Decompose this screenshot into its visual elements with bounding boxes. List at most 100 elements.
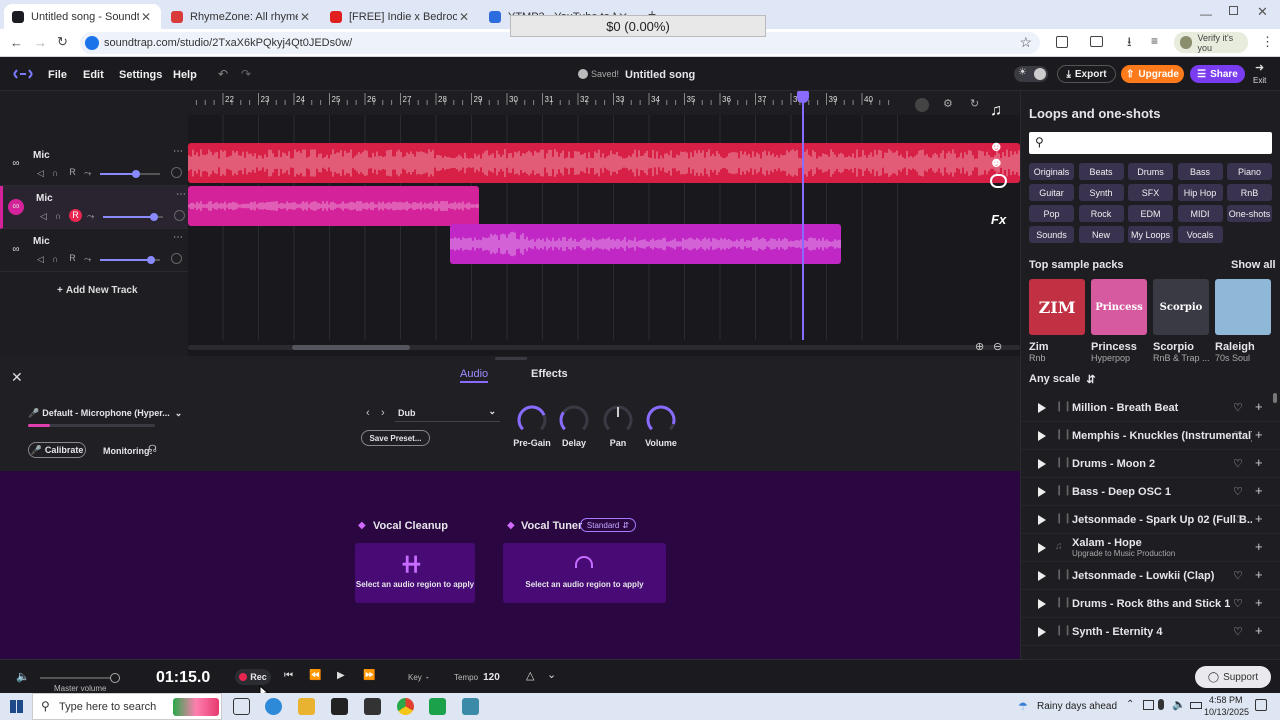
- master-volume-slider[interactable]: [40, 673, 120, 683]
- category-chip[interactable]: My Loops: [1128, 226, 1173, 243]
- loop-row[interactable]: ♫ Xalam - Hope Upgrade to Music Production…: [1021, 534, 1280, 562]
- preset-next-icon[interactable]: ›: [381, 407, 385, 419]
- sample-pack[interactable]: ZIM Zim Rnb: [1029, 279, 1085, 363]
- track-header[interactable]: ∞ Mic ◁ ∩ R ⤳ ⋯: [0, 143, 188, 186]
- record-button[interactable]: Rec: [235, 669, 271, 685]
- bookmark-star-icon[interactable]: ☆: [1019, 34, 1032, 51]
- preset-select[interactable]: Dub ⌄: [395, 406, 500, 422]
- tab-audio[interactable]: Audio: [460, 368, 489, 383]
- tab-close-icon[interactable]: ✕: [457, 10, 471, 24]
- favorite-heart-icon[interactable]: ♡: [1233, 597, 1243, 610]
- add-loop-icon[interactable]: +: [1255, 483, 1263, 498]
- favorite-heart-icon[interactable]: ♡: [1233, 513, 1243, 526]
- record-arm-button[interactable]: R: [69, 209, 82, 222]
- tray-chevron-icon[interactable]: ⌃: [1126, 699, 1134, 710]
- site-info-icon[interactable]: [85, 36, 99, 50]
- metronome-icon[interactable]: △: [526, 669, 534, 682]
- instrument-note-icon[interactable]: ♫: [990, 102, 1002, 120]
- add-loop-icon[interactable]: +: [1255, 399, 1263, 414]
- audio-clip[interactable]: [188, 143, 1020, 183]
- loop-row[interactable]: ❙❙ Jetsonmade - Lowkii (Clap) ♡ +: [1021, 562, 1280, 590]
- vocal-cleanup-card[interactable]: ╋╋ Select an audio region to apply: [355, 543, 475, 603]
- track-name[interactable]: Mic: [33, 236, 50, 247]
- effect-knob[interactable]: [516, 404, 548, 436]
- track-header[interactable]: ∞ Mic ◁ ∩ R ⤳ ⋯: [0, 229, 188, 272]
- add-loop-icon[interactable]: +: [1255, 595, 1263, 610]
- audio-clip[interactable]: [450, 224, 842, 264]
- loop-row[interactable]: ❙❙ Synth - Eternity 4 ♡ +: [1021, 618, 1280, 646]
- loop-play-icon[interactable]: [1038, 487, 1046, 497]
- category-chip[interactable]: Originals: [1029, 163, 1074, 180]
- loop-row[interactable]: ❙❙ Jetsonmade - Spark Up 02 (Full B... ♡ +: [1021, 506, 1280, 534]
- category-chip[interactable]: Piano: [1227, 163, 1272, 180]
- browser-menu-icon[interactable]: ⋮: [1261, 34, 1274, 50]
- zoom-in-icon[interactable]: ⊕: [975, 340, 984, 353]
- sidebar-icon[interactable]: [1090, 36, 1103, 47]
- download-icon[interactable]: ⭳: [1127, 33, 1132, 55]
- windows-start-icon[interactable]: [10, 700, 23, 713]
- play-icon[interactable]: ▶: [337, 670, 345, 681]
- profile-button[interactable]: Verify it's you: [1174, 32, 1248, 53]
- song-title[interactable]: Untitled song: [625, 69, 695, 81]
- add-loop-icon[interactable]: +: [1255, 455, 1263, 470]
- favorite-heart-icon[interactable]: ♡: [1233, 457, 1243, 470]
- favorite-heart-icon[interactable]: ♡: [1233, 485, 1243, 498]
- mute-icon[interactable]: ◁: [37, 254, 44, 265]
- add-loop-icon[interactable]: +: [1255, 623, 1263, 638]
- scrollbar-thumb[interactable]: [292, 345, 410, 350]
- loop-row[interactable]: ❙❙ Million - Breath Beat ♡ +: [1021, 394, 1280, 422]
- category-chip[interactable]: Sounds: [1029, 226, 1074, 243]
- speaker-icon[interactable]: 🔈: [16, 670, 30, 683]
- sample-pack[interactable]: Raleigh 70s Soul: [1215, 279, 1271, 363]
- favorite-heart-icon[interactable]: ♡: [1233, 401, 1243, 414]
- extensions-icon[interactable]: [1056, 36, 1068, 48]
- automation-icon[interactable]: ⤳: [84, 254, 91, 265]
- chrome-icon[interactable]: [397, 698, 414, 715]
- edge-icon[interactable]: [265, 698, 282, 715]
- loops-search-input[interactable]: ⚲: [1029, 132, 1272, 154]
- loop-play-icon[interactable]: [1038, 543, 1046, 553]
- mic-tray-icon[interactable]: [1158, 699, 1164, 710]
- category-chip[interactable]: Beats: [1078, 163, 1124, 180]
- category-chip[interactable]: One-shots: [1227, 205, 1272, 222]
- playhead[interactable]: [802, 95, 804, 340]
- track-link-icon[interactable]: ∞: [8, 156, 24, 172]
- track-link-icon[interactable]: ∞: [8, 242, 24, 258]
- track-volume-handle[interactable]: [132, 170, 140, 178]
- tab-close-icon[interactable]: ✕: [139, 10, 153, 24]
- timeline[interactable]: 22232425262728293031323334353637383940 ⚙…: [188, 91, 1020, 356]
- loop-play-icon[interactable]: [1038, 571, 1046, 581]
- add-loop-icon[interactable]: +: [1255, 511, 1263, 526]
- add-loop-icon[interactable]: +: [1255, 539, 1263, 554]
- headphones-icon[interactable]: ∩: [55, 211, 61, 221]
- menu-file[interactable]: File: [48, 69, 67, 81]
- track-volume-handle[interactable]: [147, 256, 155, 264]
- show-all-link[interactable]: Show all: [1231, 259, 1276, 271]
- add-loop-icon[interactable]: +: [1255, 427, 1263, 442]
- upgrade-button[interactable]: ⇧ Upgrade: [1121, 65, 1184, 83]
- preset-prev-icon[interactable]: ‹: [366, 407, 370, 419]
- track-more-icon[interactable]: ⋯: [176, 189, 186, 200]
- category-chip[interactable]: EDM: [1128, 205, 1173, 222]
- skip-to-start-icon[interactable]: ⏮: [284, 670, 293, 681]
- task-view-icon[interactable]: [233, 698, 250, 715]
- tempo-control[interactable]: Tempo 120: [454, 671, 500, 683]
- network-icon[interactable]: [1143, 700, 1154, 710]
- add-loop-icon[interactable]: +: [1255, 567, 1263, 582]
- track-name[interactable]: Mic: [33, 150, 50, 161]
- headphones-icon[interactable]: ∩: [52, 254, 58, 264]
- category-chip[interactable]: SFX: [1128, 184, 1173, 201]
- undo-icon[interactable]: ↶: [218, 67, 228, 81]
- support-button[interactable]: ◯ Support: [1195, 666, 1271, 688]
- exit-label[interactable]: Exit: [1253, 76, 1266, 85]
- track-header[interactable]: ∞ Mic ◁ ∩ R ⤳ ⋯: [0, 186, 188, 229]
- automation-icon[interactable]: ⤳: [87, 211, 94, 222]
- loop-play-icon[interactable]: [1038, 431, 1046, 441]
- loop-play-icon[interactable]: [1038, 627, 1046, 637]
- track-volume-slider[interactable]: [100, 170, 160, 178]
- track-pan-knob[interactable]: [171, 167, 182, 178]
- loop-region-icon[interactable]: [915, 98, 929, 112]
- calibrate-button[interactable]: 🎤 Calibrate: [28, 442, 86, 458]
- app-green-icon[interactable]: [429, 698, 446, 715]
- save-preset-button[interactable]: Save Preset...: [361, 430, 430, 446]
